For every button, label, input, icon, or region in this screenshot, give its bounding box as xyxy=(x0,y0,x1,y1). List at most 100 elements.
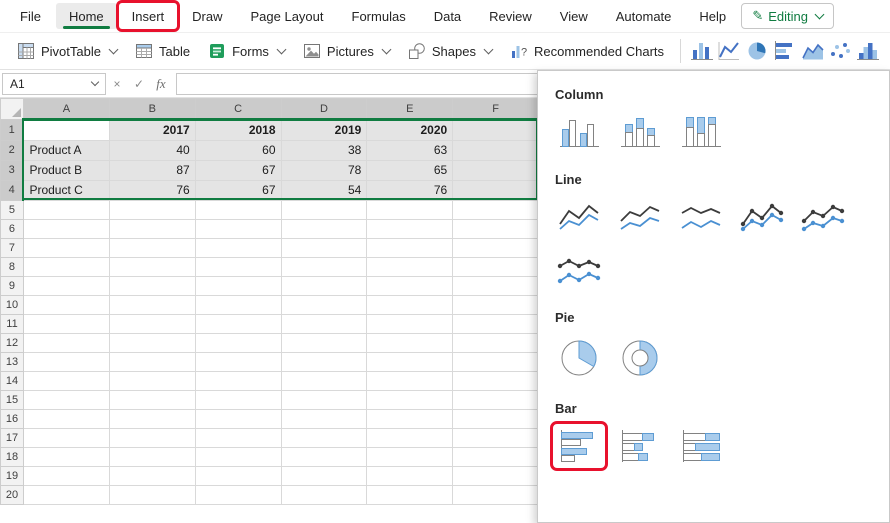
tab-formulas[interactable]: Formulas xyxy=(339,3,419,29)
cell-B14[interactable] xyxy=(108,370,196,391)
cell-E9[interactable] xyxy=(366,275,454,296)
cell-C4[interactable]: 67 xyxy=(194,179,282,201)
row-header-11[interactable]: 11 xyxy=(0,313,24,334)
cell-D11[interactable] xyxy=(280,313,368,334)
cell-D17[interactable] xyxy=(280,427,368,448)
row-header-16[interactable]: 16 xyxy=(0,408,24,429)
cell-B20[interactable] xyxy=(108,484,196,505)
cell-F4[interactable] xyxy=(452,179,539,201)
insert-line-chart-button[interactable] xyxy=(716,37,744,65)
row-header-19[interactable]: 19 xyxy=(0,465,24,486)
cell-E7[interactable] xyxy=(366,237,454,258)
tab-page-layout[interactable]: Page Layout xyxy=(238,3,337,29)
tab-home[interactable]: Home xyxy=(55,3,117,29)
insert-area-chart-button[interactable] xyxy=(799,37,827,65)
cell-E4[interactable]: 76 xyxy=(366,179,454,201)
tab-data[interactable]: Data xyxy=(421,3,474,29)
cell-B7[interactable] xyxy=(108,237,196,258)
cell-D1[interactable]: 2019 xyxy=(280,119,368,141)
stacked-column-option[interactable] xyxy=(616,112,664,152)
cell-F10[interactable] xyxy=(452,294,539,315)
insert-bar-chart-button[interactable] xyxy=(771,37,799,65)
cell-C1[interactable]: 2018 xyxy=(194,119,282,141)
cell-F3[interactable] xyxy=(452,159,539,181)
cell-E18[interactable] xyxy=(366,446,454,467)
row-header-13[interactable]: 13 xyxy=(0,351,24,372)
doughnut-option[interactable] xyxy=(616,335,664,381)
cell-B8[interactable] xyxy=(108,256,196,277)
cell-D16[interactable] xyxy=(280,408,368,429)
cell-A3[interactable]: Product B xyxy=(22,159,110,181)
cell-B15[interactable] xyxy=(108,389,196,410)
cell-C20[interactable] xyxy=(194,484,282,505)
editing-mode-button[interactable]: ✎ Editing xyxy=(741,3,834,29)
row-header-9[interactable]: 9 xyxy=(0,275,24,296)
100-stacked-column-option[interactable] xyxy=(677,112,725,152)
cell-F20[interactable] xyxy=(452,484,539,505)
cell-C16[interactable] xyxy=(194,408,282,429)
cell-A16[interactable] xyxy=(22,408,110,429)
select-all-button[interactable] xyxy=(0,98,24,120)
cell-C12[interactable] xyxy=(194,332,282,353)
cell-E12[interactable] xyxy=(366,332,454,353)
cancel-button[interactable]: × xyxy=(106,73,128,95)
forms-button[interactable]: Forms xyxy=(199,36,294,66)
cell-C5[interactable] xyxy=(194,199,282,220)
cell-F11[interactable] xyxy=(452,313,539,334)
100-stacked-bar-option[interactable] xyxy=(677,426,725,466)
cell-E3[interactable]: 65 xyxy=(366,159,454,181)
clustered-bar-option[interactable] xyxy=(550,421,608,471)
line-option[interactable] xyxy=(555,197,603,237)
row-header-2[interactable]: 2 xyxy=(0,139,25,161)
cell-B6[interactable] xyxy=(108,218,196,239)
enter-button[interactable]: ✓ xyxy=(128,73,150,95)
cell-A1[interactable] xyxy=(22,119,110,141)
cell-F18[interactable] xyxy=(452,446,539,467)
insert-column-chart-button[interactable] xyxy=(688,37,716,65)
cell-D12[interactable] xyxy=(280,332,368,353)
tab-help[interactable]: Help xyxy=(686,3,739,29)
cell-A17[interactable] xyxy=(22,427,110,448)
row-header-1[interactable]: 1 xyxy=(0,119,25,141)
cell-B3[interactable]: 87 xyxy=(108,159,196,181)
cell-F13[interactable] xyxy=(452,351,539,372)
cell-E13[interactable] xyxy=(366,351,454,372)
cell-F19[interactable] xyxy=(452,465,539,486)
cell-E11[interactable] xyxy=(366,313,454,334)
100-stacked-line-option[interactable] xyxy=(677,197,725,237)
cell-D13[interactable] xyxy=(280,351,368,372)
insert-pie-chart-button[interactable] xyxy=(743,37,771,65)
row-header-12[interactable]: 12 xyxy=(0,332,24,353)
cell-F8[interactable] xyxy=(452,256,539,277)
column-header-B[interactable]: B xyxy=(108,98,196,121)
cell-C14[interactable] xyxy=(194,370,282,391)
cell-B5[interactable] xyxy=(108,199,196,220)
stacked-bar-option[interactable] xyxy=(616,426,664,466)
cell-A9[interactable] xyxy=(22,275,110,296)
100-stacked-line-with-markers-option[interactable] xyxy=(555,250,603,290)
cell-D18[interactable] xyxy=(280,446,368,467)
row-header-8[interactable]: 8 xyxy=(0,256,24,277)
cell-F16[interactable] xyxy=(452,408,539,429)
cell-B4[interactable]: 76 xyxy=(108,179,196,201)
cell-A13[interactable] xyxy=(22,351,110,372)
cell-F5[interactable] xyxy=(452,199,539,220)
cell-C11[interactable] xyxy=(194,313,282,334)
tab-file[interactable]: File xyxy=(7,3,54,29)
cell-B19[interactable] xyxy=(108,465,196,486)
cell-B13[interactable] xyxy=(108,351,196,372)
cell-C18[interactable] xyxy=(194,446,282,467)
cell-C8[interactable] xyxy=(194,256,282,277)
clustered-column-option[interactable] xyxy=(555,112,603,152)
cell-A14[interactable] xyxy=(22,370,110,391)
cell-A10[interactable] xyxy=(22,294,110,315)
cell-E1[interactable]: 2020 xyxy=(366,119,454,141)
cell-F2[interactable] xyxy=(452,139,539,161)
row-header-15[interactable]: 15 xyxy=(0,389,24,410)
cell-F7[interactable] xyxy=(452,237,539,258)
line-with-markers-option[interactable] xyxy=(738,197,786,237)
cell-E16[interactable] xyxy=(366,408,454,429)
cell-F6[interactable] xyxy=(452,218,539,239)
cell-C15[interactable] xyxy=(194,389,282,410)
cell-B10[interactable] xyxy=(108,294,196,315)
